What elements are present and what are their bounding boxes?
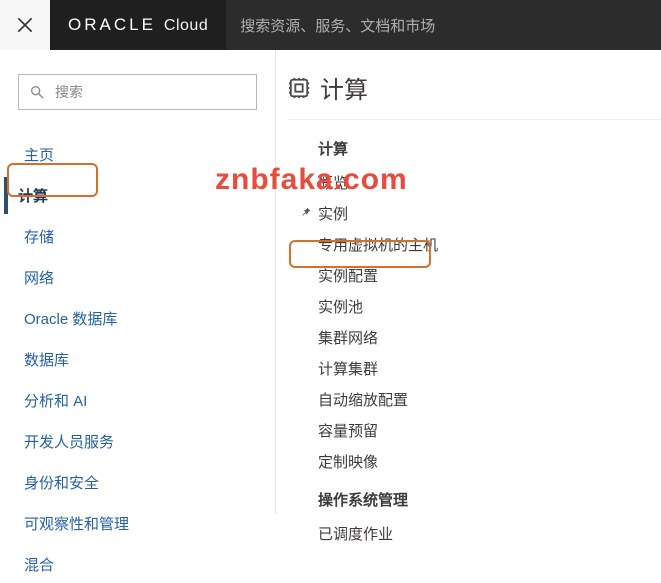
content-item[interactable]: 容量预留 xyxy=(318,415,661,446)
sidebar-search[interactable]: 搜索 xyxy=(18,74,257,110)
content-item[interactable]: 自动缩放配置 xyxy=(318,384,661,415)
close-icon xyxy=(15,15,35,35)
sidebar-item[interactable]: 计算 xyxy=(4,177,257,214)
sidebar-item[interactable]: 分析和 AI xyxy=(18,382,257,419)
brand-sub: Cloud xyxy=(164,17,208,35)
content-item-label: 定制映像 xyxy=(318,451,378,472)
content-item-label: 专用虚拟机的主机 xyxy=(318,234,438,255)
sidebar-items: 主页计算存储网络Oracle 数据库数据库分析和 AI开发人员服务身份和安全可观… xyxy=(18,136,257,583)
global-search[interactable]: 搜索资源、服务、文档和市场 xyxy=(226,0,661,50)
sidebar-item[interactable]: 混合 xyxy=(18,546,257,583)
content-item-label: 容量预留 xyxy=(318,420,378,441)
sidebar-item[interactable]: 主页 xyxy=(18,136,257,173)
content-item[interactable]: 实例配置 xyxy=(318,260,661,291)
topbar: ORACLE Cloud 搜索资源、服务、文档和市场 xyxy=(0,0,661,50)
sidebar-item[interactable]: 开发人员服务 xyxy=(18,423,257,460)
sidebar-item[interactable]: 网络 xyxy=(18,259,257,296)
content-item[interactable]: 实例 xyxy=(318,198,661,229)
group-heading: 计算 xyxy=(318,138,661,159)
content-item[interactable]: 定制映像 xyxy=(318,446,661,477)
content-item-label: 已调度作业 xyxy=(318,523,393,544)
sidebar-search-placeholder: 搜索 xyxy=(55,82,83,102)
brand: ORACLE Cloud xyxy=(50,15,226,35)
content-item-label: 实例配置 xyxy=(318,265,378,286)
content-item[interactable]: 专用虚拟机的主机 xyxy=(318,229,661,260)
content-item[interactable]: 实例池 xyxy=(318,291,661,322)
content-item-label: 自动缩放配置 xyxy=(318,389,408,410)
page-title: 计算 xyxy=(320,70,368,105)
main: 搜索 主页计算存储网络Oracle 数据库数据库分析和 AI开发人员服务身份和安… xyxy=(0,50,661,514)
content-item[interactable]: 计算集群 xyxy=(318,353,661,384)
content-item[interactable]: 概览 xyxy=(318,167,661,198)
pin-icon xyxy=(298,205,314,222)
content-item-label: 实例池 xyxy=(318,296,363,317)
sidebar-item[interactable]: Oracle 数据库 xyxy=(18,300,257,337)
content: 计算 计算概览实例专用虚拟机的主机实例配置实例池集群网络计算集群自动缩放配置容量… xyxy=(276,50,661,514)
content-item-label: 概览 xyxy=(318,172,348,193)
search-icon xyxy=(29,84,45,100)
sidebar-item[interactable]: 数据库 xyxy=(18,341,257,378)
content-header: 计算 xyxy=(288,70,661,120)
content-item-label: 实例 xyxy=(318,203,348,224)
content-groups: 计算概览实例专用虚拟机的主机实例配置实例池集群网络计算集群自动缩放配置容量预留定… xyxy=(288,138,661,549)
sidebar-item[interactable]: 身份和安全 xyxy=(18,464,257,501)
global-search-placeholder: 搜索资源、服务、文档和市场 xyxy=(240,15,435,36)
sidebar-item[interactable]: 存储 xyxy=(18,218,257,255)
content-item-label: 计算集群 xyxy=(318,358,378,379)
close-button[interactable] xyxy=(0,0,50,50)
brand-main: ORACLE xyxy=(68,15,156,35)
sidebar-item[interactable]: 可观察性和管理 xyxy=(18,505,257,542)
sidebar: 搜索 主页计算存储网络 Oracle 数据库数据库分析和 AI 开发人员服务身份和安… xyxy=(0,50,276,514)
content-item[interactable]: 已调度作业 xyxy=(318,518,661,549)
compute-icon xyxy=(288,77,310,99)
content-item-label: 集群网络 xyxy=(318,327,378,348)
content-item[interactable]: 集群网络 xyxy=(318,322,661,353)
group-heading: 操作系统管理 xyxy=(318,489,661,510)
